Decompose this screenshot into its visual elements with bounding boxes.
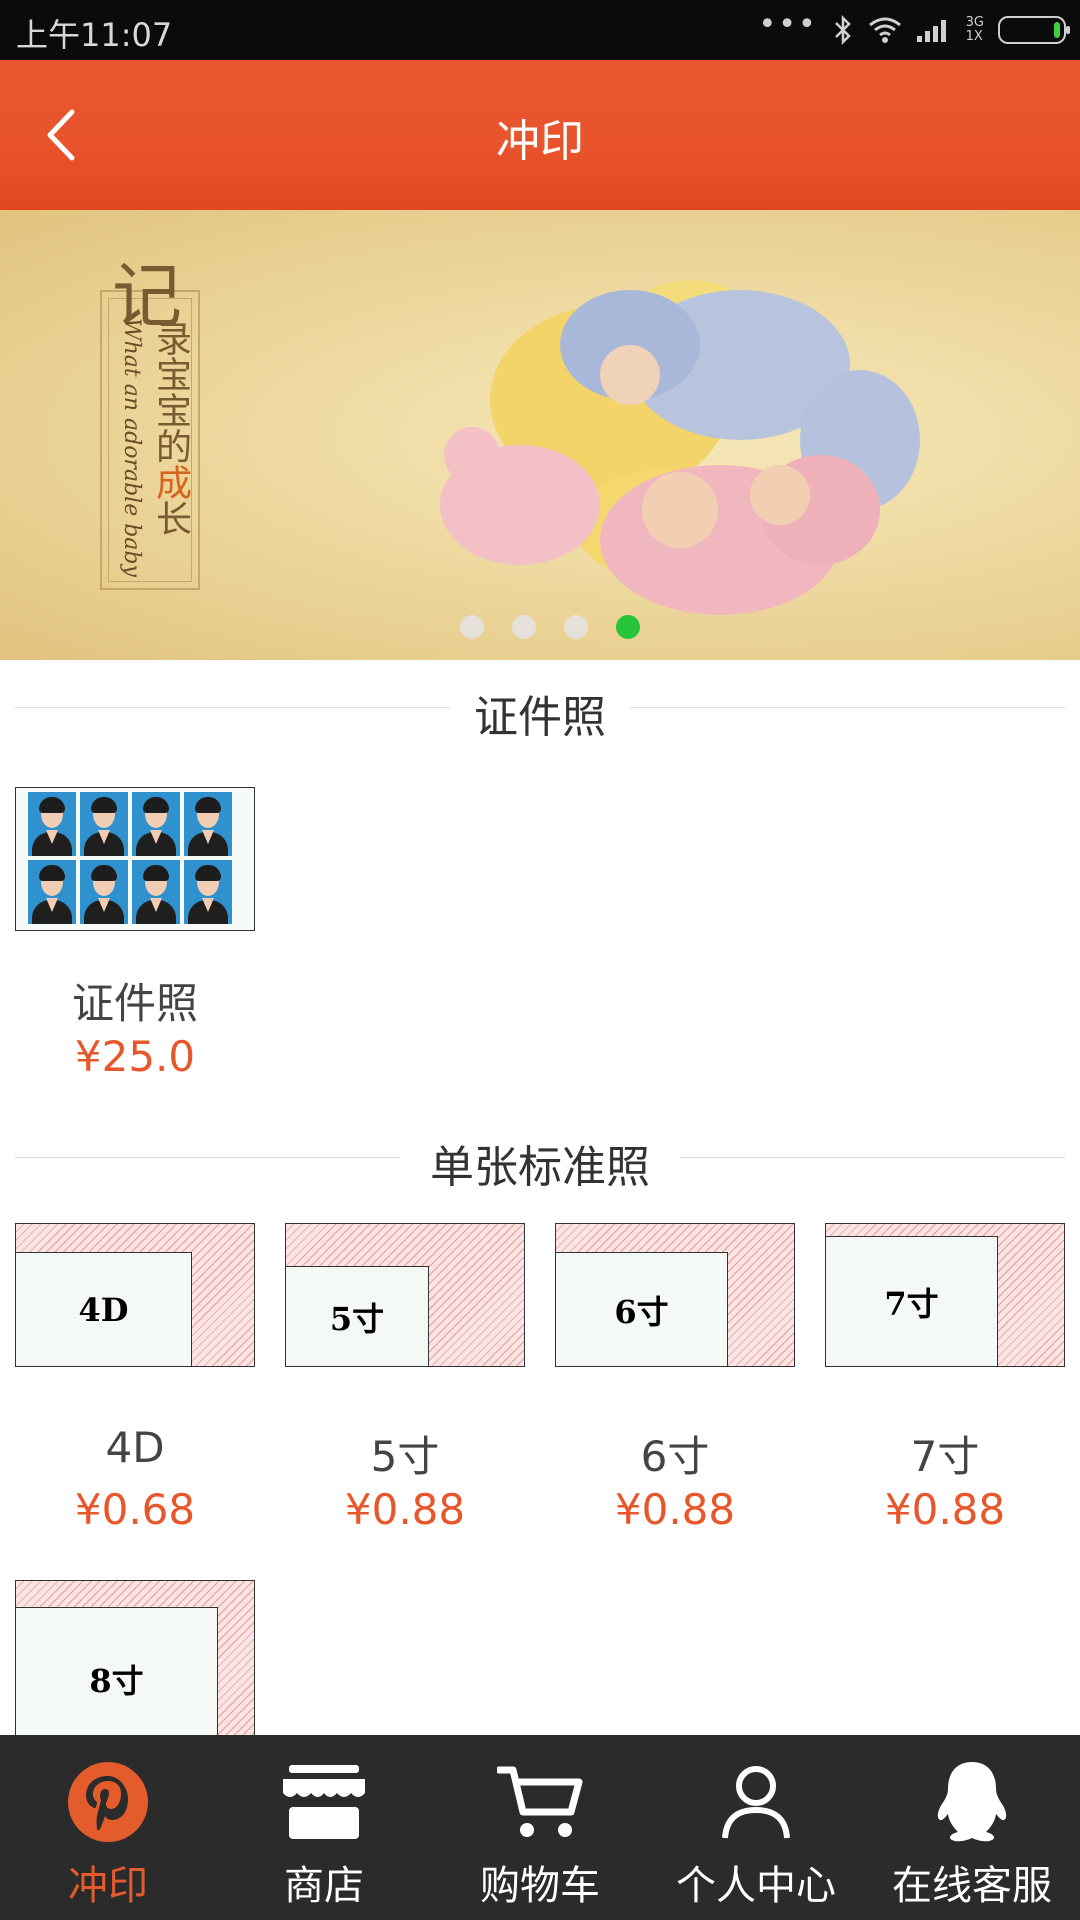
product-name: 6寸: [640, 1432, 710, 1481]
status-time: 上午11:07: [16, 16, 173, 54]
section-header-id-photo: 证件照: [15, 677, 1065, 743]
wifi-icon: [868, 17, 901, 43]
nav-label: 在线客服: [892, 1863, 1052, 1909]
print-size-preview: 4D: [16, 1252, 192, 1366]
carousel-indicator: [460, 615, 640, 639]
user-icon: [711, 1757, 801, 1847]
product-thumbnail: 8寸: [15, 1580, 255, 1735]
section-title: 单张标准照: [430, 1142, 650, 1193]
nav-item-store[interactable]: 商店: [216, 1735, 432, 1920]
section-title: 证件照: [474, 692, 606, 743]
product-price: ¥0.68: [74, 1485, 196, 1534]
banner-script-text: What an adorable baby: [119, 318, 144, 577]
product-card-8in[interactable]: 8寸: [15, 1580, 255, 1735]
product-name: 5寸: [370, 1432, 440, 1481]
product-card-6in[interactable]: 6寸 6寸 ¥0.88: [555, 1223, 795, 1543]
product-name: 证件照: [71, 979, 198, 1028]
print-size-preview: 6寸: [556, 1252, 728, 1366]
product-price: ¥25.0: [74, 1032, 196, 1081]
bottom-navigation: 冲印 商店 购物车 个人中心 在线客服: [0, 1735, 1080, 1920]
product-thumbnail: 7寸: [825, 1223, 1065, 1367]
nav-item-profile[interactable]: 个人中心: [648, 1735, 864, 1920]
banner-carousel[interactable]: 记 What an adorable baby 录宝宝的成长: [0, 210, 1080, 660]
product-thumbnail: 6寸: [555, 1223, 795, 1367]
product-name: 4D: [105, 1423, 165, 1472]
product-price: ¥0.88: [614, 1485, 736, 1534]
nav-label: 个人中心: [676, 1863, 836, 1909]
section-header-standard: 单张标准照: [15, 1127, 1065, 1193]
status-icons: ••• 3G 1X: [758, 7, 1070, 48]
id-photo-grid: [28, 792, 248, 924]
product-name: 7寸: [910, 1432, 980, 1481]
carousel-dot[interactable]: [512, 615, 536, 639]
divider-line: [680, 1157, 1065, 1158]
nav-label: 商店: [284, 1863, 364, 1909]
nav-label: 购物车: [480, 1863, 600, 1909]
print-size-preview: 8寸: [16, 1607, 218, 1735]
product-card-4d[interactable]: 4D 4D ¥0.68: [15, 1223, 255, 1543]
store-icon: [279, 1757, 369, 1847]
status-bar: 上午11:07 ••• 3G 1X: [0, 0, 1080, 60]
product-card-7in[interactable]: 7寸 7寸 ¥0.88: [825, 1223, 1065, 1543]
nav-label: 冲印: [68, 1863, 148, 1909]
carousel-dot[interactable]: [564, 615, 588, 639]
page-title: 冲印: [496, 116, 584, 167]
product-thumbnail: [15, 787, 255, 931]
product-card-id-photo[interactable]: 证件照 ¥25.0: [15, 787, 255, 1087]
nav-item-customer-service[interactable]: 在线客服: [864, 1735, 1080, 1920]
nav-item-cart[interactable]: 购物车: [432, 1735, 648, 1920]
carousel-dot[interactable]: [460, 615, 484, 639]
print-size-preview: 5寸: [286, 1266, 429, 1366]
cart-icon: [495, 1757, 585, 1847]
product-card-5in[interactable]: 5寸 5寸 ¥0.88: [285, 1223, 525, 1543]
signal-icon: [916, 20, 946, 42]
network-type: 3G 1X: [965, 15, 984, 44]
product-price: ¥0.88: [344, 1485, 466, 1534]
qq-penguin-icon: [927, 1757, 1017, 1847]
bluetooth-icon: [834, 14, 851, 46]
product-thumbnail: 5寸: [285, 1223, 525, 1367]
notification-dots-icon: •••: [758, 7, 818, 42]
title-bar: 冲印: [0, 60, 1080, 210]
carousel-dot-active[interactable]: [616, 615, 640, 639]
print-size-preview: 7寸: [826, 1236, 998, 1366]
product-price: ¥0.88: [884, 1485, 1006, 1534]
nav-item-print[interactable]: 冲印: [0, 1735, 216, 1920]
battery-icon: [998, 16, 1070, 44]
banner-vertical-text: 录宝宝的成长: [150, 320, 191, 536]
divider-line: [630, 707, 1065, 708]
pinterest-icon: [63, 1757, 153, 1847]
product-thumbnail: 4D: [15, 1223, 255, 1367]
